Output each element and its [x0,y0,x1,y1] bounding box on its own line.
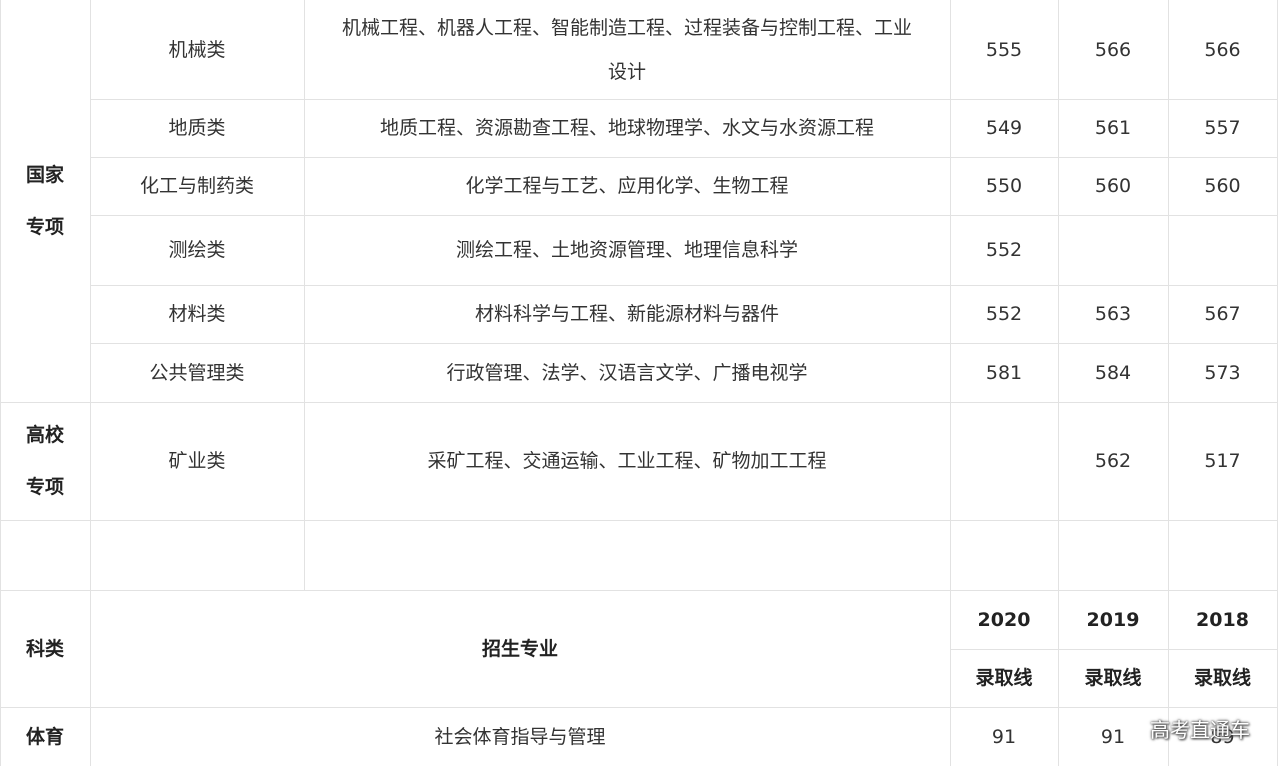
score-2020: 552 [985,239,1023,261]
admission-score-table: 国家 专项 高校 专项 机械类 机械工程、机器人工程、智能制造工程、过程装备与控… [0,0,1280,766]
majors-cell: 测绘工程、土地资源管理、地理信息科学 [455,239,798,261]
majors-cell: 材料科学与工程、新能源材料与器件 [474,303,779,325]
header-line-label: 录取线 [1084,667,1142,689]
score-2019: 560 [1094,175,1132,197]
category-cell: 化工与制药类 [139,175,254,197]
category-cell: 地质类 [168,117,226,139]
group-label-university: 高校 专项 [0,402,90,520]
majors-cell: 化学工程与工艺、应用化学、生物工程 [465,175,789,197]
score-2020: 550 [985,175,1023,197]
grid-line [1277,0,1278,766]
category-cell: 材料类 [168,303,226,325]
header-year-2019: 2019 [1086,608,1140,631]
score-2018: 566 [1204,38,1241,61]
category-cell: 矿业类 [168,450,226,472]
majors-cell: 地质工程、资源勘查工程、地球物理学、水文与水资源工程 [379,117,874,139]
group-label-national: 国家 专项 [0,0,90,402]
majors-line: 机械工程、机器人工程、智能制造工程、过程装备与控制工程、工业 [341,16,912,39]
header-majors: 招生专业 [481,637,558,660]
score-2018 [1168,215,1277,285]
score-2019: 562 [1094,450,1132,472]
category-cell: 机械类 [168,38,226,61]
majors-cell: 社会体育指导与管理 [434,725,606,748]
score-2020: 581 [985,361,1023,384]
category-cell: 公共管理类 [149,361,245,384]
score-2020: 91 [991,725,1017,748]
score-2018: 560 [1204,175,1241,197]
score-2018: 557 [1204,117,1241,139]
group-label-line: 高校 [25,424,64,446]
score-2019: 584 [1094,361,1132,384]
group-label-line: 专项 [25,216,64,238]
score-2020: 549 [985,117,1023,139]
group-label-line: 国家 [25,164,64,186]
header-year-2018: 2018 [1196,608,1249,631]
header-year-2020: 2020 [977,608,1031,631]
grid-line [0,520,1278,521]
header-line-label: 录取线 [1193,667,1251,689]
category-cell: 测绘类 [168,239,226,261]
subject-cell: 体育 [25,725,64,748]
group-label-line: 专项 [25,476,64,498]
header-subject: 科类 [25,637,64,660]
score-2019 [1058,215,1168,285]
score-2020: 555 [985,38,1023,61]
score-2019: 561 [1094,117,1132,139]
majors-cell: 机械工程、机器人工程、智能制造工程、过程装备与控制工程、工业 设计 [304,0,950,99]
score-2018: 573 [1204,361,1241,384]
score-2018: 567 [1204,303,1241,325]
header-line-label: 录取线 [975,667,1033,689]
score-2018: 517 [1204,450,1241,472]
majors-cell: 行政管理、法学、汉语言文学、广播电视学 [446,361,808,384]
majors-cell: 采矿工程、交通运输、工业工程、矿物加工工程 [427,450,827,472]
score-2020: 552 [985,303,1023,325]
score-2019: 566 [1094,38,1132,61]
score-2020 [950,402,1058,520]
majors-line: 设计 [607,60,646,83]
score-2019: 563 [1094,303,1132,325]
watermark: 高考直通车 [1150,718,1250,742]
